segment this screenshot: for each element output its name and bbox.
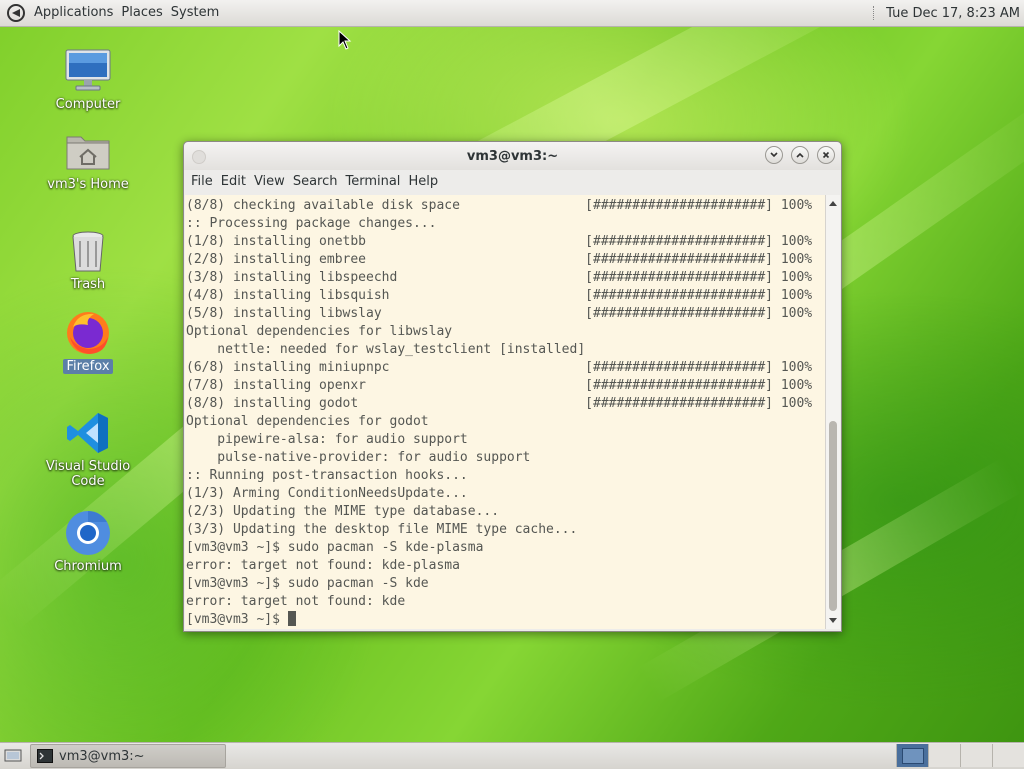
terminal-line: (4/8) installing libsquish [############… [186,288,813,303]
show-desktop-button[interactable] [2,745,24,767]
applications-menu[interactable]: Applications [30,0,117,26]
terminal-window: vm3@vm3:~ File Edit View Search Terminal… [183,141,842,632]
desktop-icon-label: vm3's Home [47,177,129,192]
desktop-icon-label: Chromium [54,559,122,574]
workspace-4[interactable] [992,744,1024,767]
panel-separator [873,6,878,20]
terminal-line: pulse-native-provider: for audio support [186,450,531,465]
maximize-button[interactable] [791,146,809,164]
terminal-line: error: target not found: kde [186,594,406,609]
workspace-window-thumb [901,747,924,764]
distro-logo-icon[interactable] [6,3,26,23]
window-titlebar[interactable]: vm3@vm3:~ [184,142,841,170]
workspace-3[interactable] [960,744,992,767]
desktop-icon-vscode[interactable]: Visual Studio Code [28,409,148,489]
show-desktop-icon [4,749,22,762]
top-panel: Applications Places System Tue Dec 17, 8… [0,0,1024,27]
desktop-icon-home[interactable]: vm3's Home [28,127,148,192]
workspace-switcher [896,744,1024,767]
close-button[interactable] [817,146,835,164]
terminal-line: :: Running post-transaction hooks... [186,468,468,483]
terminal-scrollbar[interactable] [825,195,840,629]
taskbar-item-label: vm3@vm3:~ [59,748,145,764]
menu-file[interactable]: File [187,170,217,194]
workspace-1[interactable] [896,744,928,767]
mouse-pointer-icon [338,30,352,50]
terminal-line: (8/8) installing godot [################… [186,396,813,411]
taskbar-item-terminal[interactable]: vm3@vm3:~ [30,744,226,768]
trash-icon [72,231,104,272]
clock[interactable]: Tue Dec 17, 8:23 AM [886,6,1024,21]
terminal-line: pipewire-alsa: for audio support [186,432,468,447]
bottom-panel: vm3@vm3:~ [0,742,1024,769]
workspace-2[interactable] [928,744,960,767]
terminal-line: (3/3) Updating the desktop file MIME typ… [186,522,578,537]
desktop-icon-computer[interactable]: Computer [28,47,148,112]
menu-edit[interactable]: Edit [217,170,250,194]
terminal-prompt: [vm3@vm3 ~]$ [186,612,288,627]
terminal-line: Optional dependencies for godot [186,414,429,429]
window-menu-button[interactable] [192,150,206,164]
menu-help[interactable]: Help [404,170,442,194]
computer-icon [65,49,111,91]
terminal-output[interactable]: (8/8) checking available disk space [###… [185,195,826,629]
terminal-line: [vm3@vm3 ~]$ sudo pacman -S kde-plasma [186,540,484,555]
scroll-down-arrow-icon[interactable] [829,618,837,623]
terminal-line: error: target not found: kde-plasma [186,558,460,573]
menu-search[interactable]: Search [289,170,342,194]
terminal-menubar: File Edit View Search Terminal Help [184,170,841,194]
terminal-line: nettle: needed for wslay_testclient [ins… [186,342,586,357]
chromium-icon [66,511,110,555]
close-icon [822,151,830,159]
terminal-line: (3/8) installing libspeechd [###########… [186,270,813,285]
terminal-line: (8/8) checking available disk space [###… [186,198,813,213]
terminal-lines: (8/8) checking available disk space [###… [185,195,826,629]
terminal-line: (5/8) installing libwslay [#############… [186,306,813,321]
desktop-icon-label: Computer [55,97,121,112]
window-controls [765,146,835,164]
terminal-line: (1/3) Arming ConditionNeedsUpdate... [186,486,468,501]
desktop-icon-label: Trash [70,277,106,292]
terminal-line: Optional dependencies for libwslay [186,324,453,339]
scrollbar-thumb[interactable] [829,421,837,611]
terminal-line: :: Processing package changes... [186,216,437,231]
chevron-up-icon [796,152,804,158]
chevron-down-icon [770,152,778,158]
window-title: vm3@vm3:~ [466,148,559,164]
desktop-icon-label: Visual Studio Code [45,459,131,489]
terminal-line: (2/8) installing embree [###############… [186,252,813,267]
menu-view[interactable]: View [250,170,289,194]
desktop-icon-label: Firefox [63,359,113,374]
desktop-icon-firefox[interactable]: Firefox [28,309,148,374]
terminal-line: (6/8) installing miniupnpc [############… [186,360,813,375]
terminal-line: [vm3@vm3 ~]$ sudo pacman -S kde [186,576,429,591]
terminal-line: (7/8) installing openxr [###############… [186,378,813,393]
desktop-icon-trash[interactable]: Trash [28,227,148,292]
terminal-icon [37,749,53,763]
scroll-up-arrow-icon[interactable] [829,201,837,206]
minimize-button[interactable] [765,146,783,164]
home-folder-icon [66,136,110,170]
system-menu[interactable]: System [167,0,223,26]
terminal-cursor [287,611,296,626]
terminal-line: (2/3) Updating the MIME type database... [186,504,500,519]
vscode-icon [67,413,108,453]
terminal-line: (1/8) installing onetbb [###############… [186,234,813,249]
desktop-icon-chromium[interactable]: Chromium [28,509,148,574]
terminal-prompt-line[interactable]: [vm3@vm3 ~]$ [186,611,826,629]
menu-terminal[interactable]: Terminal [341,170,404,194]
places-menu[interactable]: Places [117,0,166,26]
firefox-icon [67,312,109,354]
